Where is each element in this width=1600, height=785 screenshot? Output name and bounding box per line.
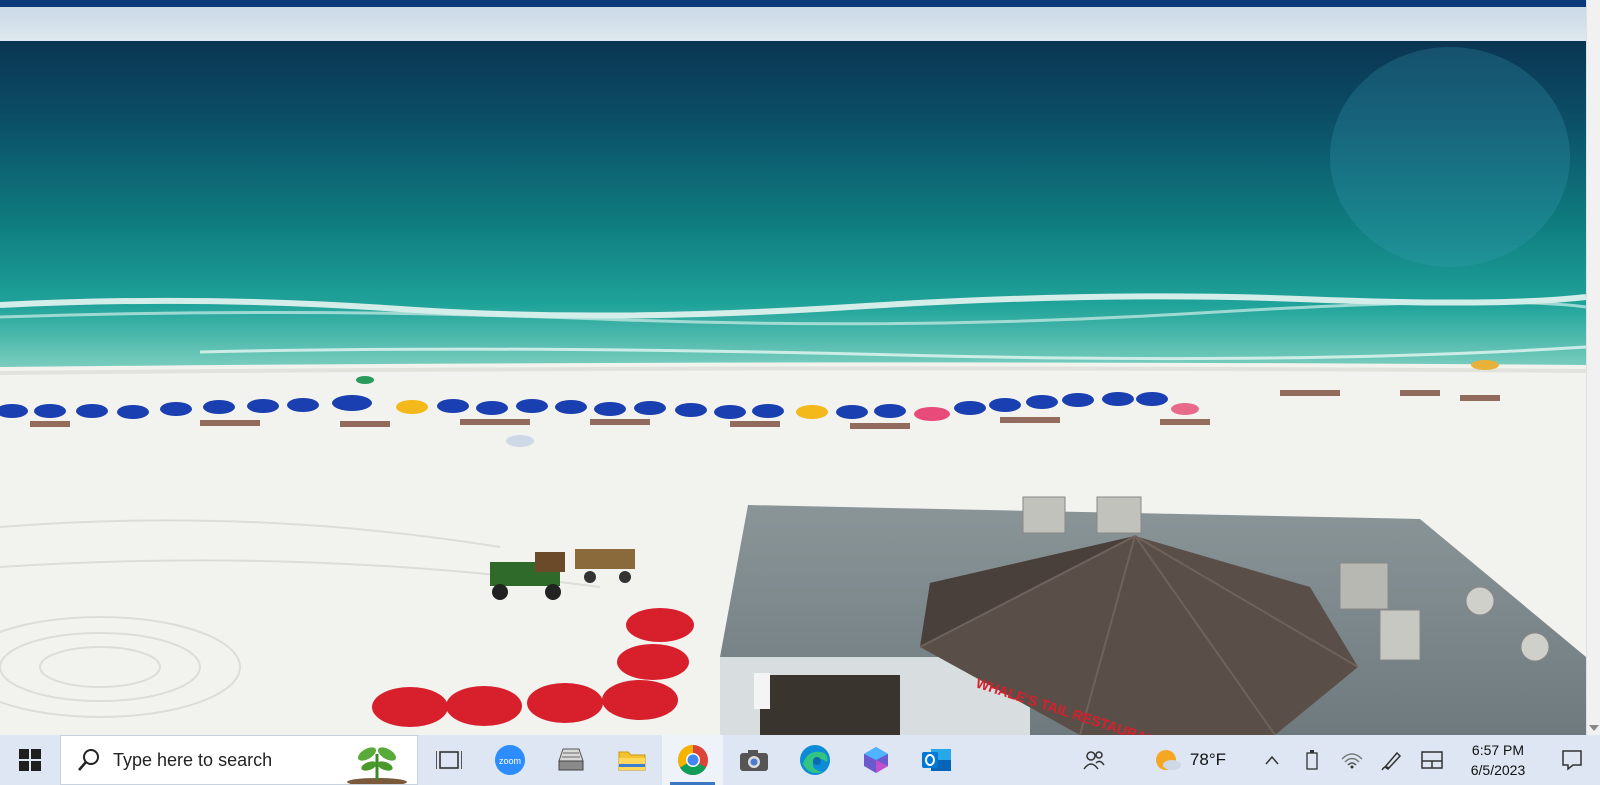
window-top-bar — [0, 0, 1586, 7]
wifi-icon[interactable] — [1332, 735, 1372, 785]
edge-icon[interactable] — [784, 735, 845, 785]
copilot-icon[interactable] — [845, 735, 906, 785]
file-explorer-icon[interactable] — [601, 735, 662, 785]
zoom-icon[interactable]: zoom — [479, 735, 540, 785]
partly-sunny-icon — [1155, 750, 1181, 770]
taskbar-search-box[interactable]: Type here to search — [60, 735, 418, 785]
people-icon[interactable] — [1074, 735, 1114, 785]
notification-center-icon[interactable] — [1544, 735, 1600, 785]
weather-temperature: 78°F — [1189, 750, 1226, 769]
vertical-scrollbar[interactable] — [1586, 0, 1600, 735]
scanner-icon[interactable] — [540, 735, 601, 785]
svg-text:zoom: zoom — [498, 756, 520, 766]
plant-sprout-icon — [347, 747, 407, 784]
scroll-down-arrow-icon[interactable] — [1589, 725, 1599, 731]
search-placeholder: Type here to search — [113, 749, 273, 770]
task-view-icon[interactable] — [418, 735, 479, 785]
chrome-icon[interactable] — [662, 735, 723, 785]
search-icon — [78, 749, 99, 771]
taskbar: Type here to search zoom 78°F 6:57 PM 6/… — [0, 735, 1600, 785]
beach-photo: WHALE'S TAIL RESTAURANT — [0, 7, 1586, 735]
tablet-mode-icon[interactable] — [1412, 735, 1452, 785]
system-tray: 78°F 6:57 PM 6/5/2023 — [1074, 735, 1600, 785]
start-button[interactable] — [0, 735, 60, 785]
clock-time: 6:57 PM — [1471, 742, 1525, 758]
chevron-up-icon[interactable] — [1252, 735, 1292, 785]
clock[interactable]: 6:57 PM 6/5/2023 — [1452, 740, 1544, 780]
clock-date: 6/5/2023 — [1470, 762, 1526, 778]
weather-widget[interactable]: 78°F — [1154, 748, 1226, 772]
outlook-icon[interactable] — [906, 735, 967, 785]
camera-icon[interactable] — [723, 735, 784, 785]
windows-logo-icon — [19, 749, 41, 771]
battery-icon[interactable] — [1292, 735, 1332, 785]
pen-icon[interactable] — [1372, 735, 1412, 785]
